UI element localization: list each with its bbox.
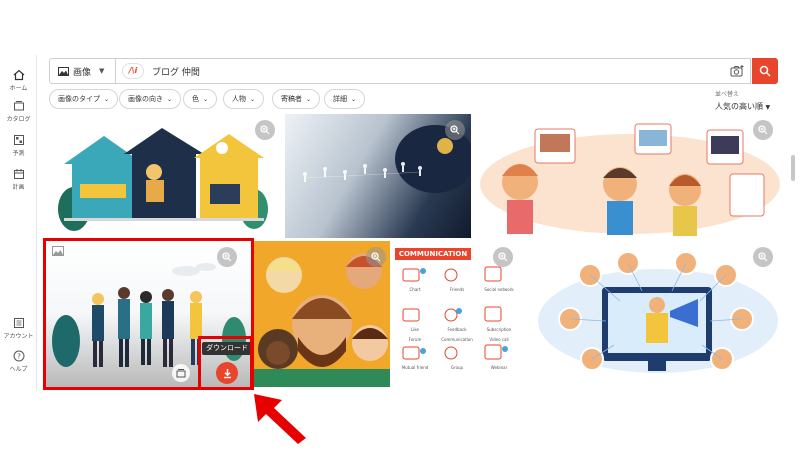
zoom-icon	[371, 252, 381, 262]
chevron-down-icon: ▼	[99, 67, 105, 75]
zoom-icon	[758, 252, 768, 262]
asset-type-select[interactable]: 画像 ▼	[50, 59, 116, 83]
sort-value: 人気の高い順	[715, 102, 763, 111]
sidebar-item-account[interactable]: アカウント	[0, 317, 37, 340]
icon-caption: Subscription	[486, 327, 512, 332]
catalog-icon	[13, 101, 24, 111]
image-tile[interactable]	[530, 241, 785, 387]
sort-label: 並べ替え	[715, 91, 740, 98]
online-network-megaphone-illustration	[538, 251, 778, 373]
zoom-icon	[450, 125, 460, 135]
forecast-icon	[13, 135, 24, 145]
sidebar-item-label: 計画	[12, 184, 25, 191]
sidebar-item-forecast[interactable]: 予測	[0, 134, 37, 157]
filter-label: 寄稿者	[281, 95, 302, 103]
help-icon: ?	[13, 350, 24, 362]
sidebar: ホーム カタログ 予測 計画 アカウント ? ヘルプ	[0, 55, 37, 390]
highlight-box-download	[198, 336, 253, 390]
chevron-down-icon: ⌄	[351, 96, 357, 103]
camera-search-icon[interactable]	[730, 64, 744, 78]
icon-caption: Like	[411, 327, 419, 332]
scrollbar-thumb[interactable]	[791, 155, 795, 181]
svg-text:?: ?	[17, 353, 21, 361]
filter-image-type[interactable]: 画像のタイプ ⌄	[49, 89, 119, 109]
chevron-down-icon: ⌄	[104, 96, 110, 103]
account-icon	[13, 318, 24, 328]
icon-caption: Feedback	[447, 327, 467, 332]
icon-caption: Social network	[484, 287, 514, 292]
filter-label: 画像の向き	[128, 95, 163, 103]
remote-work-houses-illustration	[58, 128, 268, 231]
image-tile[interactable]	[475, 114, 785, 238]
filter-label: 人物	[232, 95, 246, 103]
zoom-button[interactable]	[366, 247, 386, 267]
sidebar-item-home[interactable]: ホーム	[0, 69, 37, 92]
sidebar-item-label: 予測	[12, 150, 25, 157]
icon-caption: Mutual friend	[401, 365, 429, 370]
zoom-button[interactable]	[753, 120, 773, 140]
zoom-button[interactable]	[753, 247, 773, 267]
home-icon	[13, 69, 24, 81]
filter-orientation[interactable]: 画像の向き ⌄	[119, 89, 182, 109]
chevron-down-icon: ⌄	[306, 96, 312, 103]
sort-select[interactable]: 人気の高い順 ▼	[715, 101, 770, 112]
sidebar-item-label: カタログ	[6, 116, 31, 123]
sidebar-item-plan[interactable]: 計画	[0, 168, 37, 191]
filter-label: 画像のタイプ	[58, 95, 100, 103]
zoom-button[interactable]	[445, 120, 465, 140]
sidebar-item-label: ヘルプ	[9, 366, 28, 373]
network-people-photo	[303, 125, 471, 193]
icon-caption: Friends	[449, 287, 465, 292]
calendar-icon	[13, 169, 24, 179]
zoom-icon	[498, 252, 508, 262]
chevron-down-icon: ⌄	[203, 96, 209, 103]
search-icon	[759, 65, 771, 77]
annotation-arrow-icon	[254, 394, 306, 444]
kids-social-media-illustration	[480, 123, 780, 236]
image-tile[interactable]	[285, 114, 471, 238]
image-tile[interactable]	[254, 241, 390, 387]
sidebar-item-label: ホーム	[9, 85, 28, 92]
search-button[interactable]	[752, 58, 778, 84]
icon-caption: Video call	[489, 337, 509, 342]
icon-caption: Chart	[409, 287, 421, 292]
icon-caption: Communication	[441, 337, 473, 342]
zoom-icon	[260, 125, 270, 135]
zoom-button[interactable]	[255, 120, 275, 140]
image-icon	[58, 66, 69, 76]
bottom-margin	[0, 390, 800, 450]
top-margin	[0, 0, 800, 52]
filter-color[interactable]: 色 ⌄	[183, 89, 218, 109]
image-tile[interactable]: COMMUNICATION Chart Friends Social netwo…	[393, 241, 527, 387]
asset-type-label: 画像	[73, 67, 92, 78]
filter-details[interactable]: 詳細 ⌄	[324, 89, 366, 109]
sidebar-item-label: アカウント	[3, 333, 34, 340]
filter-label: 色	[192, 95, 199, 103]
search-input[interactable]: ブログ 仲間	[152, 65, 200, 78]
sidebar-item-catalog[interactable]: カタログ	[0, 100, 37, 123]
chevron-down-icon: ⌄	[167, 96, 173, 103]
chevron-down-icon: ▼	[765, 104, 771, 111]
filter-contributor[interactable]: 寄稿者 ⌄	[272, 89, 321, 109]
image-tile[interactable]	[44, 114, 281, 238]
zoom-icon	[758, 125, 768, 135]
zoom-button[interactable]	[493, 247, 513, 267]
icon-caption: Group	[450, 365, 464, 370]
filter-people[interactable]: 人物 ⌄	[223, 89, 265, 109]
sidebar-item-help[interactable]: ? ヘルプ	[0, 350, 37, 373]
scrollbar[interactable]	[790, 110, 796, 390]
visual-search-logo[interactable]: /\i	[122, 63, 144, 79]
icon-caption: Webinar	[490, 365, 508, 370]
chevron-down-icon: ⌄	[250, 96, 256, 103]
search-bar: 画像 ▼ /\i ブログ 仲間	[49, 58, 751, 84]
filter-label: 詳細	[333, 95, 347, 103]
icon-caption: Forum	[408, 337, 422, 342]
